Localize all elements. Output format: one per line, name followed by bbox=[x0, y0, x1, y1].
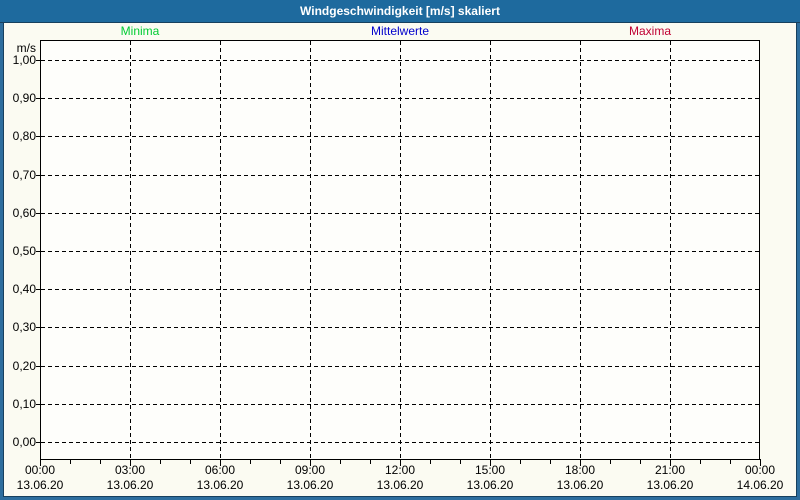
y-tick-label: 0,30 bbox=[0, 320, 36, 334]
y-axis-tick bbox=[36, 136, 40, 137]
x-time-label: 09:00 bbox=[274, 464, 346, 477]
chart-window: Windgeschwindigkeit [m/s] skaliert Minim… bbox=[0, 0, 800, 500]
x-grid-line bbox=[580, 41, 581, 459]
x-date-label: 13.06.20 bbox=[454, 479, 526, 492]
x-date-label: 13.06.20 bbox=[634, 479, 706, 492]
y-axis-tick bbox=[36, 98, 40, 99]
y-tick-label: 0,00 bbox=[0, 435, 36, 449]
y-tick-label: 0,20 bbox=[0, 359, 36, 373]
legend-item-mittelwerte: Mittelwerte bbox=[371, 24, 429, 38]
y-axis-tick bbox=[36, 213, 40, 214]
y-tick-label: 1,00 bbox=[0, 53, 36, 67]
x-date-label: 13.06.20 bbox=[274, 479, 346, 492]
y-tick-label: 0,60 bbox=[0, 206, 36, 220]
x-grid-line bbox=[490, 41, 491, 459]
y-axis-tick bbox=[36, 327, 40, 328]
y-axis-tick bbox=[36, 442, 40, 443]
legend-item-maxima: Maxima bbox=[629, 24, 671, 38]
legend-item-minima: Minima bbox=[121, 24, 160, 38]
plot-area bbox=[40, 40, 760, 460]
y-axis-tick bbox=[36, 289, 40, 290]
x-time-label: 03:00 bbox=[94, 464, 166, 477]
chart-legend: Minima Mittelwerte Maxima bbox=[0, 24, 800, 39]
x-grid-line bbox=[220, 41, 221, 459]
y-tick-label: 0,10 bbox=[0, 397, 36, 411]
y-axis-tick bbox=[36, 60, 40, 61]
x-date-label: 13.06.20 bbox=[544, 479, 616, 492]
x-date-label: 13.06.20 bbox=[4, 479, 76, 492]
chart-title-bar: Windgeschwindigkeit [m/s] skaliert bbox=[0, 0, 800, 23]
x-grid-line bbox=[310, 41, 311, 459]
x-time-label: 15:00 bbox=[454, 464, 526, 477]
x-time-label: 06:00 bbox=[184, 464, 256, 477]
x-time-label: 00:00 bbox=[4, 464, 76, 477]
y-axis-tick bbox=[36, 366, 40, 367]
x-grid-line bbox=[130, 41, 131, 459]
y-axis-tick bbox=[36, 404, 40, 405]
y-axis-tick bbox=[36, 175, 40, 176]
x-time-label: 12:00 bbox=[364, 464, 436, 477]
y-tick-label: 0,40 bbox=[0, 282, 36, 296]
y-tick-label: 0,70 bbox=[0, 168, 36, 182]
x-date-label: 13.06.20 bbox=[184, 479, 256, 492]
x-date-label: 14.06.20 bbox=[724, 479, 796, 492]
x-grid-line bbox=[670, 41, 671, 459]
x-grid-line bbox=[400, 41, 401, 459]
y-tick-label: 0,50 bbox=[0, 244, 36, 258]
y-axis-tick bbox=[36, 251, 40, 252]
x-date-label: 13.06.20 bbox=[364, 479, 436, 492]
x-time-label: 21:00 bbox=[634, 464, 706, 477]
x-date-label: 13.06.20 bbox=[94, 479, 166, 492]
chart-title: Windgeschwindigkeit [m/s] skaliert bbox=[300, 4, 500, 18]
y-tick-label: 0,80 bbox=[0, 129, 36, 143]
x-time-label: 18:00 bbox=[544, 464, 616, 477]
x-time-label: 00:00 bbox=[724, 464, 796, 477]
y-tick-label: 0,90 bbox=[0, 91, 36, 105]
